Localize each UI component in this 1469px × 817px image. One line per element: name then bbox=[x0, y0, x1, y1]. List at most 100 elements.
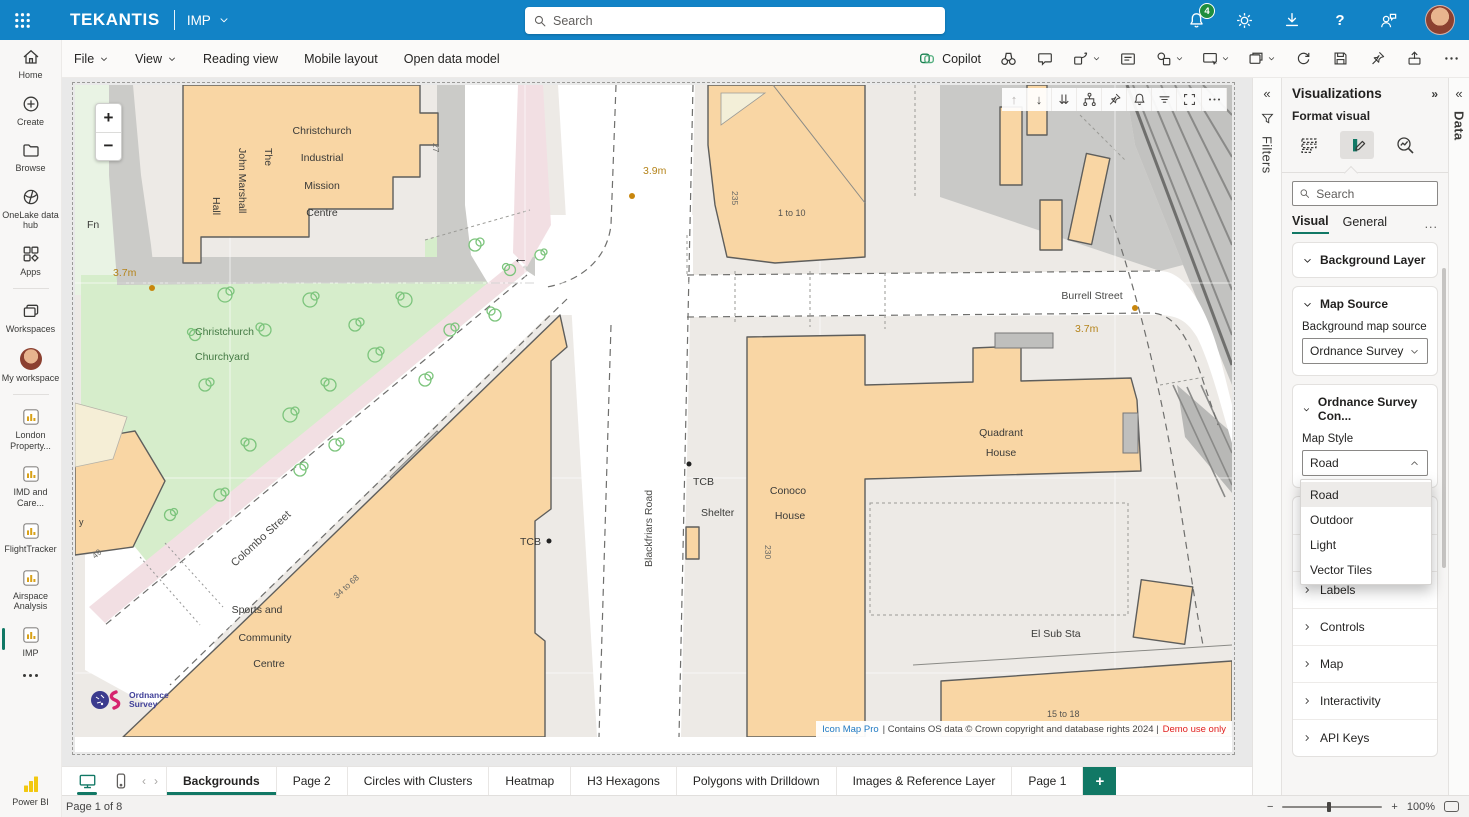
prev-page-button[interactable]: ‹ bbox=[142, 774, 146, 788]
page-tab-backgrounds[interactable]: Backgrounds bbox=[166, 767, 276, 795]
zoom-out-button[interactable]: − bbox=[1267, 801, 1273, 813]
section-map-source[interactable]: Map Source bbox=[1293, 287, 1437, 321]
sidebar-item-flighttracker[interactable]: FlightTracker bbox=[0, 514, 62, 561]
sidebar-item-airspace[interactable]: Airspace Analysis bbox=[0, 561, 62, 618]
format-search-input[interactable] bbox=[1316, 187, 1431, 201]
sidebar-item-apps[interactable]: Apps bbox=[0, 237, 62, 284]
sidebar-item-london-property[interactable]: London Property... bbox=[0, 400, 62, 457]
more-options-button[interactable] bbox=[1441, 49, 1461, 69]
page-view-button[interactable] bbox=[1247, 50, 1276, 68]
menu-mobile-layout[interactable]: Mobile layout bbox=[304, 52, 378, 66]
refresh-button[interactable] bbox=[1293, 49, 1313, 69]
feedback-button[interactable] bbox=[1377, 9, 1399, 31]
brand-logo[interactable]: TEKANTIS bbox=[70, 10, 160, 30]
expand-next-level-button[interactable]: ⇊ bbox=[1052, 88, 1077, 111]
icon-map-pro-link[interactable]: Icon Map Pro bbox=[822, 724, 879, 735]
drill-up-button[interactable]: ↑ bbox=[1002, 88, 1027, 111]
drill-hierarchy-button[interactable] bbox=[1077, 88, 1102, 111]
explore-button[interactable] bbox=[998, 49, 1018, 69]
expand-filters-button[interactable]: « bbox=[1263, 86, 1270, 101]
data-pane-label[interactable]: Data bbox=[1452, 111, 1467, 140]
web-view-button[interactable] bbox=[76, 770, 98, 792]
help-button[interactable]: ? bbox=[1329, 9, 1351, 31]
analytics-tab[interactable] bbox=[1388, 131, 1422, 159]
shapes-button[interactable] bbox=[1155, 50, 1184, 68]
sidebar-item-home[interactable]: Home bbox=[0, 40, 62, 87]
pin-button[interactable] bbox=[1367, 49, 1387, 69]
section-api-keys[interactable]: API Keys bbox=[1293, 719, 1437, 756]
menu-reading-view[interactable]: Reading view bbox=[203, 52, 278, 66]
next-page-button[interactable]: › bbox=[154, 774, 158, 788]
sidebar-item-workspaces[interactable]: Workspaces bbox=[0, 294, 62, 341]
drill-down-button[interactable]: ↓ bbox=[1027, 88, 1052, 111]
panel-scrollbar[interactable] bbox=[1442, 268, 1446, 568]
visual-interactions-button[interactable] bbox=[1072, 50, 1101, 68]
page-tab-images-reference-layer[interactable]: Images & Reference Layer bbox=[836, 767, 1012, 795]
search-input[interactable] bbox=[553, 14, 937, 28]
zoom-slider-thumb[interactable] bbox=[1327, 802, 1331, 812]
menu-file[interactable]: File bbox=[74, 52, 109, 66]
sidebar-item-power-bi[interactable]: Power BI bbox=[0, 767, 62, 817]
tab-general[interactable]: General bbox=[1343, 215, 1387, 233]
section-os-configuration[interactable]: Ordnance Survey Con... bbox=[1293, 385, 1437, 433]
copilot-button[interactable]: Copilot bbox=[918, 50, 981, 68]
sidebar-item-browse[interactable]: Browse bbox=[0, 133, 62, 180]
funnel-icon[interactable] bbox=[1260, 111, 1275, 126]
map-visual[interactable]: Fn 3.7m 3.9m 3.7m Christchurch Industria… bbox=[75, 85, 1232, 752]
background-map-source-select[interactable]: Ordnance Survey bbox=[1302, 338, 1428, 364]
app-launcher-icon[interactable] bbox=[0, 0, 44, 40]
settings-button[interactable] bbox=[1233, 9, 1255, 31]
publish-button[interactable] bbox=[1404, 49, 1424, 69]
section-controls[interactable]: Controls bbox=[1293, 608, 1437, 645]
format-search[interactable] bbox=[1292, 181, 1438, 206]
page-tab-page-2[interactable]: Page 2 bbox=[276, 767, 347, 795]
zoom-out-button[interactable]: − bbox=[96, 133, 121, 161]
section-map[interactable]: Map bbox=[1293, 645, 1437, 682]
map-style-option-vector-tiles[interactable]: Vector Tiles bbox=[1301, 557, 1431, 582]
tabs-more-button[interactable]: ... bbox=[1425, 217, 1438, 231]
build-visual-tab[interactable] bbox=[1292, 131, 1326, 159]
save-button[interactable] bbox=[1330, 49, 1350, 69]
map-style-option-outdoor[interactable]: Outdoor bbox=[1301, 507, 1431, 532]
add-page-button[interactable]: + bbox=[1082, 767, 1116, 795]
expand-data-button[interactable]: « bbox=[1455, 86, 1462, 101]
sidebar-item-imd-care[interactable]: IMD and Care... bbox=[0, 457, 62, 514]
fit-to-page-button[interactable] bbox=[1444, 801, 1459, 812]
sidebar-item-create[interactable]: Create bbox=[0, 87, 62, 134]
page-tab-h3-hexagons[interactable]: H3 Hexagons bbox=[570, 767, 676, 795]
section-interactivity[interactable]: Interactivity bbox=[1293, 682, 1437, 719]
comments-button[interactable] bbox=[1035, 49, 1055, 69]
page-tab-polygons-with-drilldown[interactable]: Polygons with Drilldown bbox=[676, 767, 836, 795]
menu-view[interactable]: View bbox=[135, 52, 177, 66]
download-button[interactable] bbox=[1281, 9, 1303, 31]
sidebar-more-button[interactable] bbox=[23, 664, 38, 687]
filters-pane-label[interactable]: Filters bbox=[1260, 136, 1275, 174]
zoom-slider[interactable] bbox=[1282, 806, 1382, 808]
visual-more-options-button[interactable] bbox=[1202, 88, 1227, 111]
tab-visual[interactable]: Visual bbox=[1292, 214, 1329, 234]
new-visual-button[interactable] bbox=[1201, 50, 1230, 68]
collapse-pane-button[interactable]: » bbox=[1431, 87, 1438, 101]
zoom-in-button[interactable]: + bbox=[1391, 801, 1397, 813]
filters-applied-button[interactable] bbox=[1152, 88, 1177, 111]
page-tab-circles-with-clusters[interactable]: Circles with Clusters bbox=[347, 767, 489, 795]
page-tab-heatmap[interactable]: Heatmap bbox=[488, 767, 570, 795]
alerts-button[interactable] bbox=[1127, 88, 1152, 111]
sidebar-item-onelake[interactable]: OneLake data hub bbox=[0, 180, 62, 237]
focus-mode-button[interactable] bbox=[1177, 88, 1202, 111]
global-search[interactable] bbox=[525, 7, 945, 34]
ordnance-survey-map[interactable]: Fn 3.7m 3.9m 3.7m Christchurch Industria… bbox=[75, 85, 1232, 737]
map-style-option-road[interactable]: Road bbox=[1301, 482, 1431, 507]
mobile-view-button[interactable] bbox=[110, 770, 132, 792]
pin-visual-button[interactable] bbox=[1102, 88, 1127, 111]
sidebar-item-imp[interactable]: IMP bbox=[0, 618, 62, 665]
notifications-button[interactable]: 4 bbox=[1185, 9, 1207, 31]
menu-open-data-model[interactable]: Open data model bbox=[404, 52, 500, 66]
format-visual-tab[interactable] bbox=[1340, 131, 1374, 159]
page-tab-page-1[interactable]: Page 1 bbox=[1011, 767, 1082, 795]
section-background-layer[interactable]: Background Layer bbox=[1293, 243, 1437, 277]
sidebar-item-my-workspace[interactable]: My workspace bbox=[0, 341, 62, 390]
text-box-button[interactable] bbox=[1118, 49, 1138, 69]
zoom-in-button[interactable]: + bbox=[96, 104, 121, 133]
user-avatar[interactable] bbox=[1425, 5, 1455, 35]
